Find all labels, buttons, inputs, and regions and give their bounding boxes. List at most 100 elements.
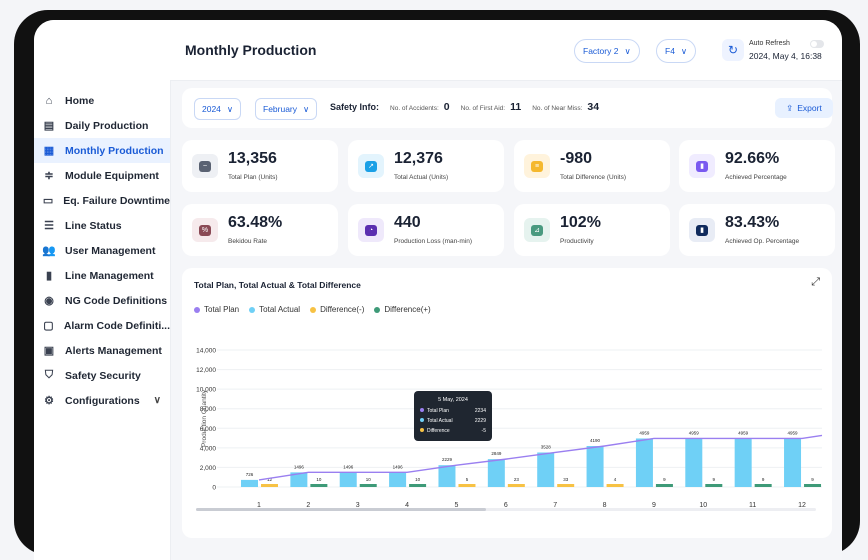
- sidebar-item-daily-production[interactable]: ▤ Daily Production: [34, 113, 170, 138]
- kpi-label: Total Plan (Units): [228, 174, 278, 181]
- difference-data-label: 9: [663, 477, 666, 482]
- list-icon: ☰: [44, 220, 54, 232]
- kpi-icon: ≡: [524, 154, 550, 178]
- difference-bar: [754, 484, 772, 487]
- actual-bar: [487, 459, 505, 487]
- legend-item[interactable]: Total Plan: [194, 305, 239, 314]
- header: Monthly Production Factory 2 ∨ F4 ∨ ↻ Au…: [170, 20, 842, 81]
- actual-data-label: 1496: [294, 464, 305, 469]
- shield-icon: ⛉: [44, 369, 54, 381]
- home-icon: ⌂: [45, 94, 53, 107]
- legend-swatch: [194, 306, 200, 313]
- chevron-down-icon: ∨: [680, 45, 688, 56]
- kpi-label: Bekidou Rate: [228, 238, 268, 245]
- expand-icon[interactable]: ⤢: [811, 276, 820, 289]
- sidebar-item-line-status[interactable]: ☰ Line Status: [34, 213, 170, 238]
- difference-bar: [655, 484, 673, 487]
- difference-bar: [705, 484, 723, 487]
- kpi-card: ~13,356 Total Plan (Units): [182, 140, 338, 192]
- sidebar-item-label: Eq. Failure Downtime: [63, 194, 170, 207]
- month-select-value: February: [263, 104, 298, 114]
- legend-item[interactable]: Total Actual: [249, 305, 300, 314]
- accidents-label: No. of Accidents:: [390, 105, 439, 112]
- auto-refresh-label: Auto Refresh: [749, 40, 790, 47]
- target-icon: ◉: [44, 295, 54, 307]
- near-miss-label: No. of Near Miss:: [532, 105, 583, 112]
- factory-select-value: Factory 2: [583, 46, 619, 56]
- sidebar-item-label: Daily Production: [65, 119, 149, 132]
- kpi-icon: %: [192, 218, 218, 242]
- sidebar-item-eq-failure-downtime[interactable]: ▭ Eq. Failure Downtime: [34, 188, 170, 213]
- kpi-value: 440: [394, 214, 421, 231]
- difference-bar: [557, 484, 575, 487]
- export-label: Export: [797, 103, 822, 113]
- factory-select[interactable]: Factory 2 ∨: [574, 39, 640, 63]
- chart-title: Total Plan, Total Actual & Total Differe…: [194, 280, 361, 290]
- year-select[interactable]: 2024 ∨: [194, 98, 242, 120]
- page-title: Monthly Production: [185, 42, 317, 58]
- tooltip-swatch: [420, 418, 424, 422]
- actual-data-label: 1496: [343, 464, 354, 469]
- kpi-icon: ▮: [689, 218, 715, 242]
- auto-refresh-toggle[interactable]: [810, 40, 824, 48]
- actual-bar: [438, 465, 456, 487]
- chart-legend: Total Plan Total Actual Difference(-) Diffe…: [194, 305, 431, 314]
- actual-data-label: 4959: [689, 430, 700, 435]
- actual-bar: [389, 472, 407, 487]
- floor-select-value: F4: [665, 46, 675, 56]
- kpi-label: Total Actual (Units): [394, 174, 449, 181]
- month-select[interactable]: February ∨: [255, 98, 318, 120]
- sidebar-item-home[interactable]: ⌂ Home: [34, 88, 170, 113]
- legend-label: Difference(-): [320, 305, 365, 314]
- sidebar-item-label: Line Status: [65, 219, 122, 232]
- kpi-icon: ⊿: [524, 218, 550, 242]
- sidebar-item-safety-security[interactable]: ⛉ Safety Security: [34, 363, 170, 388]
- sidebar-item-alerts-management[interactable]: ▣ Alerts Management: [34, 338, 170, 363]
- chevron-down-icon: ∨: [624, 45, 631, 56]
- chart-scrollbar-thumb[interactable]: [196, 508, 486, 511]
- bars-icon: ▮: [45, 270, 53, 282]
- first-aid-value: 11: [510, 101, 522, 113]
- legend-item[interactable]: Difference(-): [310, 305, 364, 314]
- chart-scrollbar[interactable]: [196, 508, 816, 511]
- kpi-card: ▮ 83.43% Achieved Op. Percentage: [679, 204, 835, 256]
- difference-bar: [606, 484, 624, 487]
- actual-bar: [586, 445, 604, 487]
- factory-icon: ▤: [43, 120, 55, 132]
- sidebar-item-ng-code-definitions[interactable]: ◉ NG Code Definitions: [34, 288, 170, 313]
- sidebar-item-monthly-production[interactable]: ▦ Monthly Production: [34, 138, 170, 163]
- sidebar-item-label: NG Code Definitions: [65, 294, 168, 307]
- export-button[interactable]: ⇪ Export: [775, 98, 833, 118]
- actual-bar: [241, 479, 258, 487]
- actual-data-label: 4959: [738, 430, 749, 435]
- sidebar-item-module-equipment[interactable]: ≑ Module Equipment: [34, 163, 170, 188]
- refresh-icon[interactable]: ↻: [722, 39, 744, 61]
- floor-select[interactable]: F4 ∨: [656, 39, 697, 63]
- chart-plot: 02,0004,0006,0008,00010,00012,00014,000P…: [196, 348, 823, 509]
- sidebar-item-user-management[interactable]: 👥 User Management: [34, 238, 170, 263]
- near-miss-value: 34: [587, 101, 600, 113]
- sidebar-item-configurations[interactable]: ⚙ Configurations ∨: [34, 388, 170, 413]
- tooltip-label: Difference: [427, 428, 450, 434]
- tooltip-value: -5: [482, 428, 487, 434]
- actual-data-label: 1496: [393, 464, 404, 469]
- kpi-label: Achieved Percentage: [725, 174, 787, 181]
- actual-data-label: 2849: [491, 451, 502, 456]
- legend-label: Difference(+): [384, 305, 431, 314]
- alert-icon: ▣: [43, 345, 55, 357]
- kpi-value: 102%: [560, 214, 601, 231]
- difference-data-label: 23: [514, 477, 520, 482]
- kpi-value: 83.43%: [725, 214, 780, 231]
- actual-data-label: 726: [246, 472, 254, 477]
- sidebar-item-line-management[interactable]: ▮ Line Management: [34, 263, 170, 288]
- sidebar-item-alarm-code-definiti[interactable]: ▢ Alarm Code Definiti...: [34, 313, 170, 338]
- difference-data-label: 10: [316, 477, 322, 482]
- tooltip-label: Total Actual: [427, 418, 453, 424]
- y-axis-label: Production Quantity: [201, 389, 208, 447]
- difference-data-label: 33: [563, 477, 569, 482]
- actual-bar: [685, 438, 703, 487]
- export-icon: ⇪: [786, 102, 794, 113]
- legend-label: Total Plan: [204, 305, 240, 314]
- legend-item[interactable]: Difference(+): [374, 305, 431, 314]
- chevron-down-icon: ∨: [226, 103, 234, 114]
